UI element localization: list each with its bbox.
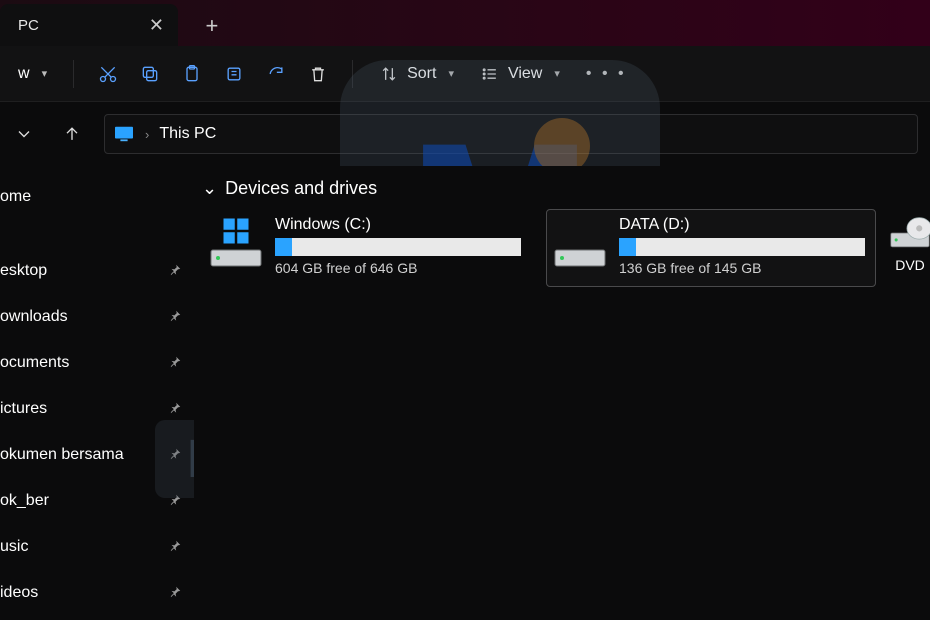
address-bar[interactable]: › This PC (104, 114, 918, 154)
drive-icon (209, 216, 263, 276)
sidebar-item[interactable]: ownloads (0, 294, 194, 340)
share-icon (266, 64, 286, 84)
drives-row: Windows (C:) 604 GB free of 646 GB DATA (D… (202, 209, 930, 287)
drive-body: Windows (C:) 604 GB free of 646 GB (275, 216, 521, 276)
share-button[interactable] (258, 56, 294, 92)
sidebar-item[interactable]: okumen bersama (0, 432, 194, 478)
up-button[interactable] (48, 114, 96, 154)
view-label: View (508, 65, 542, 83)
drive-usage-bar (619, 238, 865, 256)
dvd-label: DVD (895, 257, 925, 273)
drive-free-text: 136 GB free of 145 GB (619, 260, 865, 276)
rename-button[interactable] (216, 56, 252, 92)
drive-name: DATA (D:) (619, 216, 865, 234)
new-button[interactable]: w ▾ (8, 56, 57, 92)
sort-label: Sort (407, 65, 436, 83)
sidebar-item-label: ome (0, 188, 31, 206)
drive-name: Windows (C:) (275, 216, 521, 234)
sidebar-item[interactable]: ok_ber (0, 478, 194, 524)
pin-icon (168, 585, 182, 602)
drive-item[interactable]: Windows (C:) 604 GB free of 646 GB (202, 209, 532, 287)
trash-icon (308, 64, 328, 84)
sidebar-item[interactable]: esktop (0, 248, 194, 294)
view-icon (480, 64, 500, 84)
drive-free-text: 604 GB free of 646 GB (275, 260, 521, 276)
drive-usage-bar (275, 238, 521, 256)
drive-usage-fill (619, 238, 636, 256)
sidebar-item-label: usic (0, 538, 28, 556)
arrow-up-icon (62, 124, 82, 144)
sidebar: ome esktop ownloads ocuments ictures okumen … (0, 166, 194, 620)
sort-icon (379, 64, 399, 84)
pin-icon (168, 539, 182, 556)
copy-button[interactable] (132, 56, 168, 92)
main-area: ome esktop ownloads ocuments ictures okumen … (0, 166, 930, 620)
drive-body: DATA (D:) 136 GB free of 145 GB (619, 216, 865, 276)
cut-button[interactable] (90, 56, 126, 92)
breadcrumb-separator: › (145, 127, 149, 142)
pin-icon (168, 447, 182, 464)
sidebar-item-label: okumen bersama (0, 446, 124, 464)
sidebar-item[interactable]: usic (0, 524, 194, 570)
sidebar-item-label: ideos (0, 584, 38, 602)
tab-bar: PC ✕ + (0, 0, 930, 46)
sidebar-item-label: ownloads (0, 308, 68, 326)
sidebar-home[interactable]: ome (0, 174, 194, 220)
drive-item[interactable]: DATA (D:) 136 GB free of 145 GB (546, 209, 876, 287)
nav-arrows (0, 114, 96, 154)
view-button[interactable]: View ▾ (470, 56, 570, 92)
chevron-down-icon: ▾ (448, 67, 454, 80)
chevron-down-icon: ⌄ (202, 178, 217, 199)
section-title: Devices and drives (225, 178, 377, 199)
drive-dvd[interactable]: DVD (890, 209, 930, 287)
sidebar-item[interactable]: ideos (0, 570, 194, 616)
scissors-icon (98, 64, 118, 84)
this-pc-icon (113, 125, 135, 143)
sidebar-item-label: ictures (0, 400, 47, 418)
dvd-drive-icon (890, 213, 930, 253)
toolbar: w ▾ Sort ▾ View ▾ • • • (0, 46, 930, 102)
clipboard-icon (182, 64, 202, 84)
pin-icon (168, 355, 182, 372)
sidebar-item-label: esktop (0, 262, 47, 280)
more-button[interactable]: • • • (576, 56, 637, 92)
tab-title: PC (18, 17, 39, 34)
close-tab-button[interactable]: ✕ (149, 15, 164, 36)
sort-button[interactable]: Sort ▾ (369, 56, 464, 92)
sidebar-item[interactable]: ocuments (0, 340, 194, 386)
rename-icon (224, 64, 244, 84)
paste-button[interactable] (174, 56, 210, 92)
sidebar-item[interactable]: ictures (0, 386, 194, 432)
chevron-down-icon (14, 124, 34, 144)
breadcrumb-location: This PC (159, 125, 216, 143)
pin-icon (168, 493, 182, 510)
sidebar-item-label: ocuments (0, 354, 69, 372)
tab-this-pc[interactable]: PC ✕ (0, 4, 178, 46)
toolbar-separator (73, 60, 74, 88)
drive-usage-fill (275, 238, 292, 256)
new-tab-button[interactable]: + (192, 6, 232, 46)
back-button[interactable] (0, 114, 48, 154)
pin-icon (168, 309, 182, 326)
delete-button[interactable] (300, 56, 336, 92)
new-label: w (18, 65, 30, 83)
drive-icon (553, 216, 607, 276)
toolbar-separator (352, 60, 353, 88)
content-pane: ⌄ Devices and drives Windows (C:) 604 GB … (194, 166, 930, 620)
section-devices-drives[interactable]: ⌄ Devices and drives (202, 174, 930, 209)
chevron-down-icon: ▾ (554, 67, 560, 80)
nav-row: › This PC (0, 102, 930, 166)
pin-icon (168, 263, 182, 280)
copy-icon (140, 64, 160, 84)
sidebar-item-label: ok_ber (0, 492, 49, 510)
pin-icon (168, 401, 182, 418)
chevron-down-icon: ▾ (42, 67, 48, 80)
